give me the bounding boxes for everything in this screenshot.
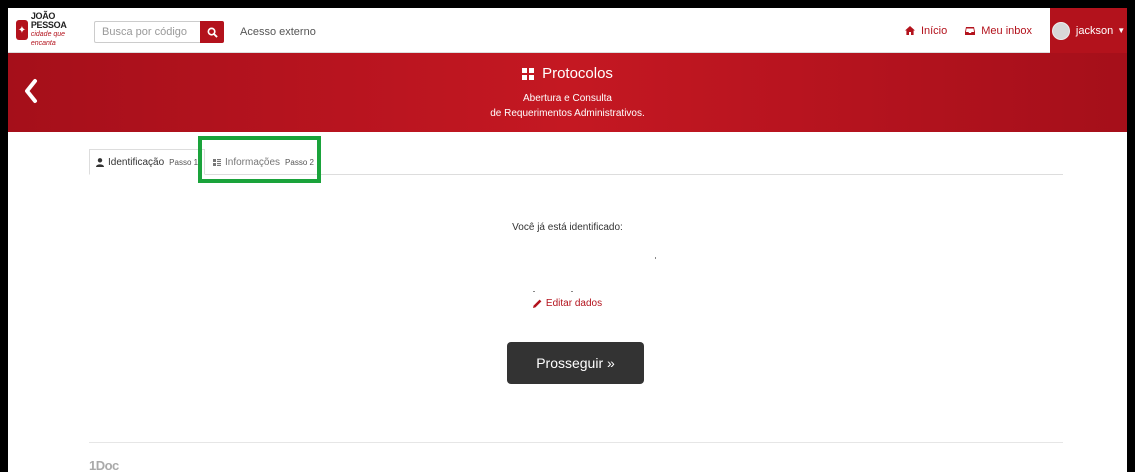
page-subtitle-line2: de Requerimentos Administrativos. xyxy=(490,108,645,119)
identified-message: Você já está identificado: xyxy=(512,222,623,233)
city-logo[interactable]: ✦ JOÃO PESSOA cidade que encanta xyxy=(16,12,76,47)
hidden-text-fragment xyxy=(571,291,573,292)
proceed-button[interactable]: Prosseguir » xyxy=(507,342,644,384)
hidden-text-fragment xyxy=(533,291,535,292)
step-tabs: Identificação Passo 1 Informações Passo … xyxy=(89,149,1063,175)
tab-identificacao[interactable]: Identificação Passo 1 xyxy=(89,149,206,175)
city-seal-icon: ✦ xyxy=(16,20,28,40)
tab-label: Informações xyxy=(225,156,281,168)
search-button[interactable] xyxy=(200,21,224,43)
external-access-link[interactable]: Acesso externo xyxy=(240,26,316,38)
chevron-down-icon: ▼ xyxy=(1117,26,1126,35)
home-icon xyxy=(904,26,915,35)
protocol-icon xyxy=(522,67,535,80)
list-icon xyxy=(213,158,221,166)
page-title: Protocolos xyxy=(542,65,613,82)
inbox-link[interactable]: Meu inbox xyxy=(965,25,1032,37)
tab-step: Passo 2 xyxy=(285,157,314,167)
top-navbar: ✦ JOÃO PESSOA cidade que encanta Acesso … xyxy=(8,8,1127,53)
home-link[interactable]: Início xyxy=(904,24,948,37)
tab-label: Identificação xyxy=(108,156,165,168)
home-link-label: Início xyxy=(920,24,948,37)
inbox-link-label: Meu inbox xyxy=(981,24,1032,37)
user-icon xyxy=(96,157,104,167)
page-subtitle-line1: Abertura e Consulta xyxy=(523,93,612,104)
pencil-icon xyxy=(532,299,542,308)
tab-step: Passo 1 xyxy=(169,157,199,167)
edit-data-label: Editar dados xyxy=(545,298,603,309)
search-icon xyxy=(207,27,218,38)
footer-brand: 1Doc xyxy=(89,458,119,472)
page-header-banner: Protocolos Abertura e Consulta de Requer… xyxy=(8,53,1127,132)
user-name: jackson xyxy=(1075,24,1114,37)
tab-informacoes[interactable]: Informações Passo 2 xyxy=(207,149,320,175)
search-form xyxy=(94,21,224,43)
inbox-icon xyxy=(965,26,976,35)
avatar xyxy=(1051,21,1070,40)
logo-tagline: cidade que encanta xyxy=(30,31,66,47)
logo-line2: PESSOA xyxy=(30,20,67,30)
search-input[interactable] xyxy=(94,21,200,43)
footer-divider xyxy=(89,442,1063,443)
edit-data-link[interactable]: Editar dados xyxy=(0,298,1135,309)
user-menu[interactable]: jackson ▼ xyxy=(1050,8,1127,53)
hidden-text-fragment xyxy=(655,257,656,259)
